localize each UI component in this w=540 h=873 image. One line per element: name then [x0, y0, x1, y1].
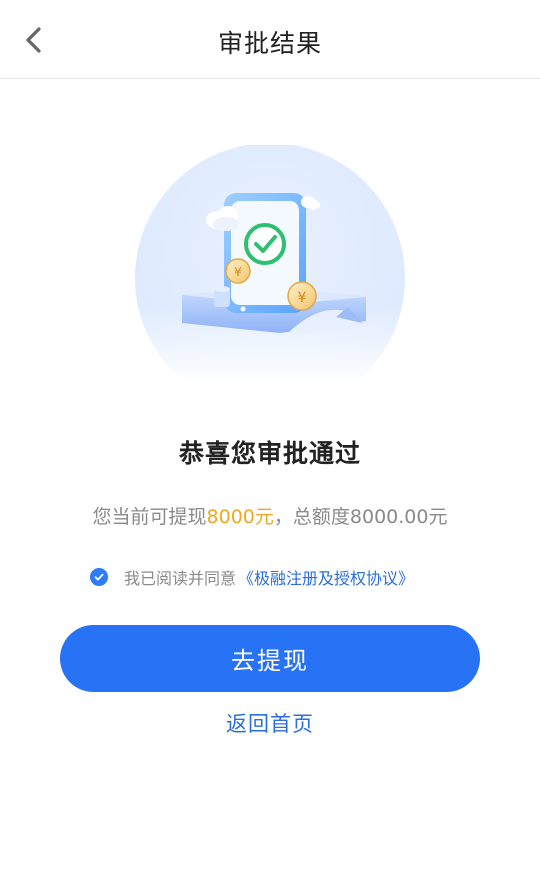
agreement-checkbox[interactable]: [90, 568, 108, 586]
agreement-row: 我已阅读并同意 《极融注册及授权协议》: [90, 565, 414, 589]
page-title: 审批结果: [217, 29, 322, 58]
checkmark-icon: [94, 573, 104, 581]
approval-success-illustration: ¥ ¥: [130, 145, 410, 385]
svg-text:¥: ¥: [298, 290, 307, 306]
svg-text:¥: ¥: [234, 265, 242, 279]
agreement-prefix: 我已阅读并同意: [124, 569, 237, 588]
summary-suffix: ，总额度8000.00元: [273, 506, 448, 528]
top-bar: 审批结果: [0, 0, 540, 79]
back-home-link-label[interactable]: 返回首页: [226, 712, 314, 736]
limit-summary: 您当前可提现8000元，总额度8000.00元: [0, 502, 540, 529]
withdrawable-amount: 8000元: [206, 506, 274, 528]
withdraw-button-label: 去提现: [231, 647, 309, 675]
back-home-link: 返回首页: [0, 708, 540, 738]
withdraw-button[interactable]: 去提现: [60, 625, 480, 692]
check-circle-icon: [244, 223, 286, 265]
result-headline: 恭喜您审批通过: [178, 439, 361, 468]
agreement-link[interactable]: 《极融注册及授权协议》: [238, 565, 414, 589]
summary-prefix: 您当前可提现: [92, 506, 207, 528]
